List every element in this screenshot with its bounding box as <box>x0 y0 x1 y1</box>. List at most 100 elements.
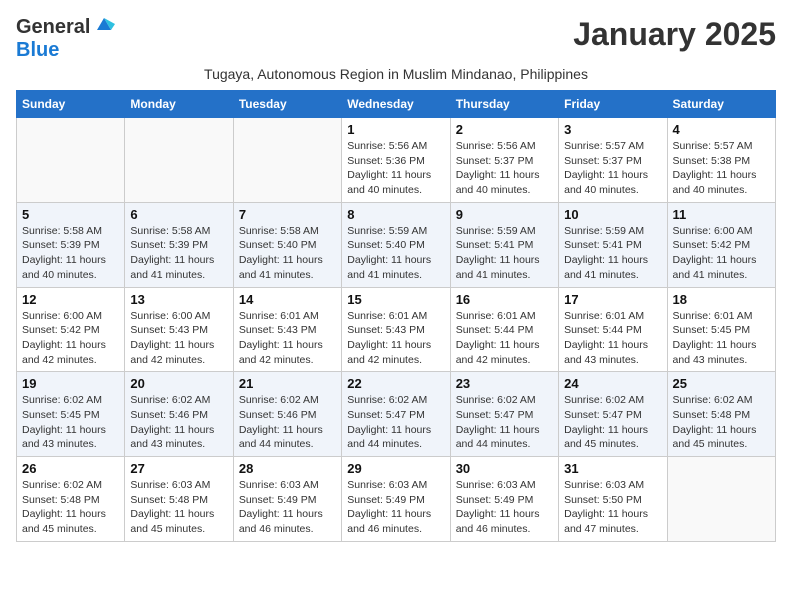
calendar-cell: 12 Sunrise: 6:00 AM Sunset: 5:42 PM Dayli… <box>17 287 125 372</box>
day-info: Sunrise: 6:02 AM Sunset: 5:47 PM Dayligh… <box>347 393 444 452</box>
day-info: Sunrise: 6:01 AM Sunset: 5:43 PM Dayligh… <box>347 309 444 368</box>
logo-general: General <box>16 16 90 39</box>
day-number: 13 <box>130 292 227 307</box>
calendar-cell: 6 Sunrise: 5:58 AM Sunset: 5:39 PM Daylig… <box>125 202 233 287</box>
calendar-cell: 8 Sunrise: 5:59 AM Sunset: 5:40 PM Daylig… <box>342 202 450 287</box>
day-info: Sunrise: 5:57 AM Sunset: 5:38 PM Dayligh… <box>673 139 770 198</box>
day-info: Sunrise: 5:58 AM Sunset: 5:39 PM Dayligh… <box>130 224 227 283</box>
day-number: 1 <box>347 122 444 137</box>
day-info: Sunrise: 6:00 AM Sunset: 5:42 PM Dayligh… <box>673 224 770 283</box>
calendar-header-row: SundayMondayTuesdayWednesdayThursdayFrid… <box>17 91 776 118</box>
day-number: 23 <box>456 376 553 391</box>
calendar-cell: 30 Sunrise: 6:03 AM Sunset: 5:49 PM Dayli… <box>450 457 558 542</box>
day-number: 15 <box>347 292 444 307</box>
day-info: Sunrise: 5:56 AM Sunset: 5:36 PM Dayligh… <box>347 139 444 198</box>
calendar-week-row: 1 Sunrise: 5:56 AM Sunset: 5:36 PM Daylig… <box>17 118 776 203</box>
weekday-header-wednesday: Wednesday <box>342 91 450 118</box>
calendar-cell <box>233 118 341 203</box>
day-info: Sunrise: 5:59 AM Sunset: 5:40 PM Dayligh… <box>347 224 444 283</box>
day-number: 27 <box>130 461 227 476</box>
day-info: Sunrise: 5:58 AM Sunset: 5:39 PM Dayligh… <box>22 224 119 283</box>
calendar-cell: 28Sunrise: 6:03 AM Sunset: 5:49 PM Dayli… <box>233 457 341 542</box>
day-number: 30 <box>456 461 553 476</box>
day-info: Sunrise: 6:02 AM Sunset: 5:46 PM Dayligh… <box>130 393 227 452</box>
day-info: Sunrise: 6:03 AM Sunset: 5:50 PM Dayligh… <box>564 478 661 537</box>
day-number: 5 <box>22 207 119 222</box>
day-number: 31 <box>564 461 661 476</box>
calendar-cell: 29 Sunrise: 6:03 AM Sunset: 5:49 PM Dayli… <box>342 457 450 542</box>
day-info: Sunrise: 6:02 AM Sunset: 5:45 PM Dayligh… <box>22 393 119 452</box>
weekday-header-thursday: Thursday <box>450 91 558 118</box>
calendar-cell: 23 Sunrise: 6:02 AM Sunset: 5:47 PM Dayli… <box>450 372 558 457</box>
calendar-cell: 11 Sunrise: 6:00 AM Sunset: 5:42 PM Dayli… <box>667 202 775 287</box>
logo: General Blue <box>16 16 115 62</box>
calendar-cell: 5 Sunrise: 5:58 AM Sunset: 5:39 PM Daylig… <box>17 202 125 287</box>
calendar-cell: 3 Sunrise: 5:57 AM Sunset: 5:37 PM Daylig… <box>559 118 667 203</box>
calendar-cell: 9Sunrise: 5:59 AM Sunset: 5:41 PM Daylig… <box>450 202 558 287</box>
day-number: 29 <box>347 461 444 476</box>
calendar-cell: 22 Sunrise: 6:02 AM Sunset: 5:47 PM Dayli… <box>342 372 450 457</box>
day-info: Sunrise: 6:03 AM Sunset: 5:49 PM Dayligh… <box>347 478 444 537</box>
day-info: Sunrise: 5:58 AM Sunset: 5:40 PM Dayligh… <box>239 224 336 283</box>
day-number: 3 <box>564 122 661 137</box>
day-info: Sunrise: 6:03 AM Sunset: 5:49 PM Dayligh… <box>239 478 336 537</box>
calendar-cell: 14Sunrise: 6:01 AM Sunset: 5:43 PM Dayli… <box>233 287 341 372</box>
calendar-cell: 15 Sunrise: 6:01 AM Sunset: 5:43 PM Dayli… <box>342 287 450 372</box>
calendar-week-row: 19 Sunrise: 6:02 AM Sunset: 5:45 PM Dayli… <box>17 372 776 457</box>
calendar-cell: 16 Sunrise: 6:01 AM Sunset: 5:44 PM Dayli… <box>450 287 558 372</box>
logo-icon <box>93 16 115 39</box>
calendar-week-row: 26Sunrise: 6:02 AM Sunset: 5:48 PM Dayli… <box>17 457 776 542</box>
day-number: 9 <box>456 207 553 222</box>
weekday-header-tuesday: Tuesday <box>233 91 341 118</box>
day-number: 2 <box>456 122 553 137</box>
day-info: Sunrise: 6:03 AM Sunset: 5:49 PM Dayligh… <box>456 478 553 537</box>
calendar-cell: 13 Sunrise: 6:00 AM Sunset: 5:43 PM Dayli… <box>125 287 233 372</box>
day-info: Sunrise: 5:56 AM Sunset: 5:37 PM Dayligh… <box>456 139 553 198</box>
calendar-week-row: 5 Sunrise: 5:58 AM Sunset: 5:39 PM Daylig… <box>17 202 776 287</box>
calendar-cell: 19 Sunrise: 6:02 AM Sunset: 5:45 PM Dayli… <box>17 372 125 457</box>
header: General Blue January 2025 <box>16 16 776 62</box>
day-number: 17 <box>564 292 661 307</box>
calendar-cell: 4Sunrise: 5:57 AM Sunset: 5:38 PM Daylig… <box>667 118 775 203</box>
day-number: 8 <box>347 207 444 222</box>
calendar-cell <box>125 118 233 203</box>
day-number: 19 <box>22 376 119 391</box>
day-number: 18 <box>673 292 770 307</box>
calendar-cell <box>17 118 125 203</box>
month-title: January 2025 <box>573 16 776 53</box>
day-info: Sunrise: 6:00 AM Sunset: 5:43 PM Dayligh… <box>130 309 227 368</box>
day-number: 22 <box>347 376 444 391</box>
calendar-cell: 20 Sunrise: 6:02 AM Sunset: 5:46 PM Dayli… <box>125 372 233 457</box>
day-number: 16 <box>456 292 553 307</box>
weekday-header-saturday: Saturday <box>667 91 775 118</box>
day-info: Sunrise: 6:02 AM Sunset: 5:46 PM Dayligh… <box>239 393 336 452</box>
day-number: 20 <box>130 376 227 391</box>
calendar-cell: 18Sunrise: 6:01 AM Sunset: 5:45 PM Dayli… <box>667 287 775 372</box>
day-number: 11 <box>673 207 770 222</box>
day-info: Sunrise: 5:57 AM Sunset: 5:37 PM Dayligh… <box>564 139 661 198</box>
day-info: Sunrise: 6:01 AM Sunset: 5:44 PM Dayligh… <box>564 309 661 368</box>
day-number: 14 <box>239 292 336 307</box>
day-number: 7 <box>239 207 336 222</box>
calendar-cell: 1 Sunrise: 5:56 AM Sunset: 5:36 PM Daylig… <box>342 118 450 203</box>
day-number: 12 <box>22 292 119 307</box>
calendar-cell: 26Sunrise: 6:02 AM Sunset: 5:48 PM Dayli… <box>17 457 125 542</box>
day-number: 24 <box>564 376 661 391</box>
calendar-cell: 2 Sunrise: 5:56 AM Sunset: 5:37 PM Daylig… <box>450 118 558 203</box>
day-info: Sunrise: 6:02 AM Sunset: 5:47 PM Dayligh… <box>456 393 553 452</box>
calendar-cell: 17 Sunrise: 6:01 AM Sunset: 5:44 PM Dayli… <box>559 287 667 372</box>
calendar-cell: 7 Sunrise: 5:58 AM Sunset: 5:40 PM Daylig… <box>233 202 341 287</box>
day-info: Sunrise: 6:00 AM Sunset: 5:42 PM Dayligh… <box>22 309 119 368</box>
calendar-cell: 27Sunrise: 6:03 AM Sunset: 5:48 PM Dayli… <box>125 457 233 542</box>
day-number: 6 <box>130 207 227 222</box>
day-info: Sunrise: 6:02 AM Sunset: 5:48 PM Dayligh… <box>673 393 770 452</box>
day-info: Sunrise: 6:01 AM Sunset: 5:44 PM Dayligh… <box>456 309 553 368</box>
calendar-cell: 24 Sunrise: 6:02 AM Sunset: 5:47 PM Dayli… <box>559 372 667 457</box>
calendar-cell: 10Sunrise: 5:59 AM Sunset: 5:41 PM Dayli… <box>559 202 667 287</box>
logo-blue: Blue <box>16 39 59 61</box>
calendar-cell: 25Sunrise: 6:02 AM Sunset: 5:48 PM Dayli… <box>667 372 775 457</box>
weekday-header-monday: Monday <box>125 91 233 118</box>
calendar-cell <box>667 457 775 542</box>
day-info: Sunrise: 6:02 AM Sunset: 5:47 PM Dayligh… <box>564 393 661 452</box>
day-info: Sunrise: 6:02 AM Sunset: 5:48 PM Dayligh… <box>22 478 119 537</box>
